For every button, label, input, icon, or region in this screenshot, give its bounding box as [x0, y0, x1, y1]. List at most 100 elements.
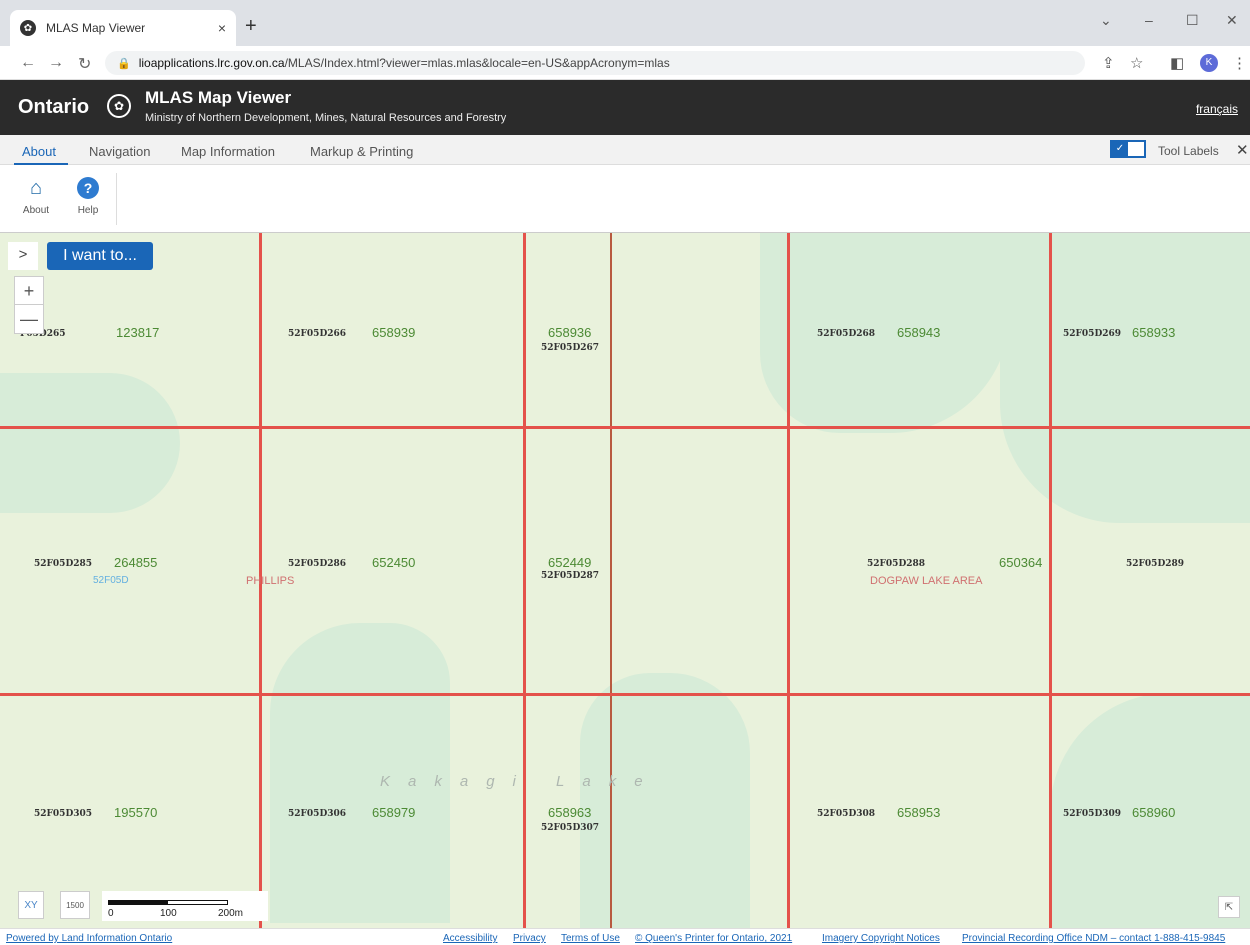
water-body [0, 373, 180, 513]
scale-bar: 0 100 200m [102, 891, 268, 921]
browser-address-bar: ← → ↻ 🔒 lioapplications.lrc.gov.on.ca /M… [0, 46, 1250, 80]
tab-search-icon[interactable]: ⌄ [1100, 12, 1112, 29]
claim-number[interactable]: 658979 [372, 805, 415, 820]
cell-label: 52F05D309 [1063, 809, 1122, 819]
claim-number[interactable]: 658939 [372, 325, 415, 340]
cell-label: 52F05D288 [867, 559, 926, 569]
tab-close-icon[interactable]: × [218, 20, 226, 36]
help-button-label: Help [77, 205, 99, 216]
water-body [760, 233, 1010, 433]
browser-tabbar: ✿ MLAS Map Viewer × + ⌄ – ☐ ✕ [0, 0, 1250, 46]
claim-number[interactable]: 650364 [999, 555, 1042, 570]
area-label: DOGPAW LAKE AREA [870, 575, 983, 587]
tab-navigation[interactable]: Navigation [89, 144, 150, 159]
grid-line [0, 426, 1250, 429]
browser-tab[interactable]: ✿ MLAS Map Viewer × [10, 10, 236, 46]
browser-menu-icon[interactable]: ⋮ [1232, 54, 1247, 72]
scale-button[interactable]: 1500 [60, 891, 90, 919]
cell-label: 52F05D306 [288, 809, 347, 819]
recording-office-link[interactable]: Provincial Recording Office NDM – contac… [962, 933, 1225, 944]
share-icon[interactable]: ⇪ [1102, 54, 1115, 72]
zoom-out-button[interactable]: — [15, 305, 43, 333]
about-button-label: About [22, 205, 50, 216]
ontario-logo-text[interactable]: Ontario [18, 96, 89, 119]
forward-icon[interactable]: → [48, 54, 64, 72]
help-button[interactable]: ? Help [68, 177, 108, 216]
claim-number[interactable]: 652449 [548, 555, 591, 570]
powered-by-link[interactable]: Powered by Land Information Ontario [6, 933, 172, 944]
tab-map-information[interactable]: Map Information [181, 144, 275, 159]
copyright-link[interactable]: © Queen's Printer for Ontario, 2021 [635, 933, 792, 944]
claim-number[interactable]: 123817 [116, 325, 159, 340]
window-close-icon[interactable]: ✕ [1226, 12, 1238, 29]
cell-label: 52F05D285 [34, 559, 93, 569]
cell-label: 52F05D308 [817, 809, 876, 819]
scale-bar-line [108, 900, 228, 905]
tab-about[interactable]: About [22, 144, 56, 159]
minimize-icon[interactable]: – [1145, 12, 1153, 28]
grid-line [0, 693, 1250, 696]
language-link[interactable]: français [1196, 102, 1238, 116]
grid-line [787, 233, 790, 928]
zoom-control: + — [14, 276, 44, 334]
area-label: PHILLIPS [246, 575, 295, 587]
tool-labels-toggle[interactable]: ✓ [1110, 140, 1146, 158]
cell-label: 52F05D266 [288, 329, 347, 339]
cell-label: 52F05D268 [817, 329, 876, 339]
profile-avatar[interactable]: K [1200, 54, 1218, 72]
terms-link[interactable]: Terms of Use [561, 933, 620, 944]
water-body [1000, 233, 1250, 523]
cell-label: 52F05D289 [1126, 559, 1185, 569]
footer: Powered by Land Information Ontario Acce… [0, 928, 1250, 945]
url-host: lioapplications.lrc.gov.on.ca [138, 56, 285, 70]
privacy-link[interactable]: Privacy [513, 933, 546, 944]
url-path: /MLAS/Index.html?viewer=mlas.mlas&locale… [284, 56, 670, 70]
claim-number[interactable]: 658953 [897, 805, 940, 820]
claim-number[interactable]: 658960 [1132, 805, 1175, 820]
side-panel-icon[interactable]: ◧ [1170, 54, 1184, 72]
grid-label: 52F05D [93, 575, 129, 586]
overview-map-icon[interactable]: ⇱ [1218, 896, 1240, 918]
map-view[interactable]: F05D265 123817 52F05D266 658939 658936 5… [0, 233, 1250, 928]
toolbar-tabs: About Navigation Map Information Markup … [0, 135, 1250, 165]
url-field[interactable]: 🔒 lioapplications.lrc.gov.on.ca /MLAS/In… [105, 51, 1085, 75]
back-icon[interactable]: ← [20, 54, 36, 72]
checkmark-icon: ✓ [1112, 142, 1128, 156]
reload-icon[interactable]: ↻ [78, 54, 91, 74]
claim-number[interactable]: 658943 [897, 325, 940, 340]
app-header: Ontario ✿ MLAS Map Viewer Ministry of No… [0, 80, 1250, 135]
lake-label: Kakagi Lake [380, 773, 661, 790]
home-icon: ⌂ [29, 177, 43, 199]
i-want-to-button[interactable]: I want to... [47, 242, 153, 270]
cell-label: 52F05D286 [288, 559, 347, 569]
scale-label: 100 [160, 908, 177, 919]
grid-line [1049, 233, 1052, 928]
claim-number[interactable]: 652450 [372, 555, 415, 570]
toolbar-close-icon[interactable]: ✕ [1236, 141, 1249, 159]
app-subtitle: Ministry of Northern Development, Mines,… [145, 112, 507, 124]
claim-boundary-line [610, 233, 612, 928]
trillium-logo-icon: ✿ [107, 94, 131, 118]
claim-number[interactable]: 658963 [548, 805, 591, 820]
scale-label: 0 [108, 908, 114, 919]
xy-coordinates-icon[interactable]: XY [18, 891, 44, 919]
claim-number[interactable]: 658933 [1132, 325, 1175, 340]
ribbon: ⌂ About ? Help [0, 165, 1250, 233]
maximize-icon[interactable]: ☐ [1186, 12, 1199, 29]
imagery-link[interactable]: Imagery Copyright Notices [822, 933, 940, 944]
claim-number[interactable]: 195570 [114, 805, 157, 820]
tab-markup-printing[interactable]: Markup & Printing [310, 144, 413, 159]
cell-label: 52F05D305 [34, 809, 93, 819]
tab-title: MLAS Map Viewer [46, 21, 146, 35]
bookmark-star-icon[interactable]: ☆ [1130, 54, 1143, 72]
new-tab-icon[interactable]: + [245, 16, 257, 36]
about-button[interactable]: ⌂ About [16, 177, 56, 216]
expand-panel-chevron-icon[interactable]: > [8, 242, 38, 270]
claim-number[interactable]: 658936 [548, 325, 591, 340]
help-icon: ? [77, 177, 99, 199]
grid-line [523, 233, 526, 928]
zoom-in-button[interactable]: + [15, 277, 43, 305]
claim-number[interactable]: 264855 [114, 555, 157, 570]
accessibility-link[interactable]: Accessibility [443, 933, 497, 944]
water-body [580, 673, 750, 928]
